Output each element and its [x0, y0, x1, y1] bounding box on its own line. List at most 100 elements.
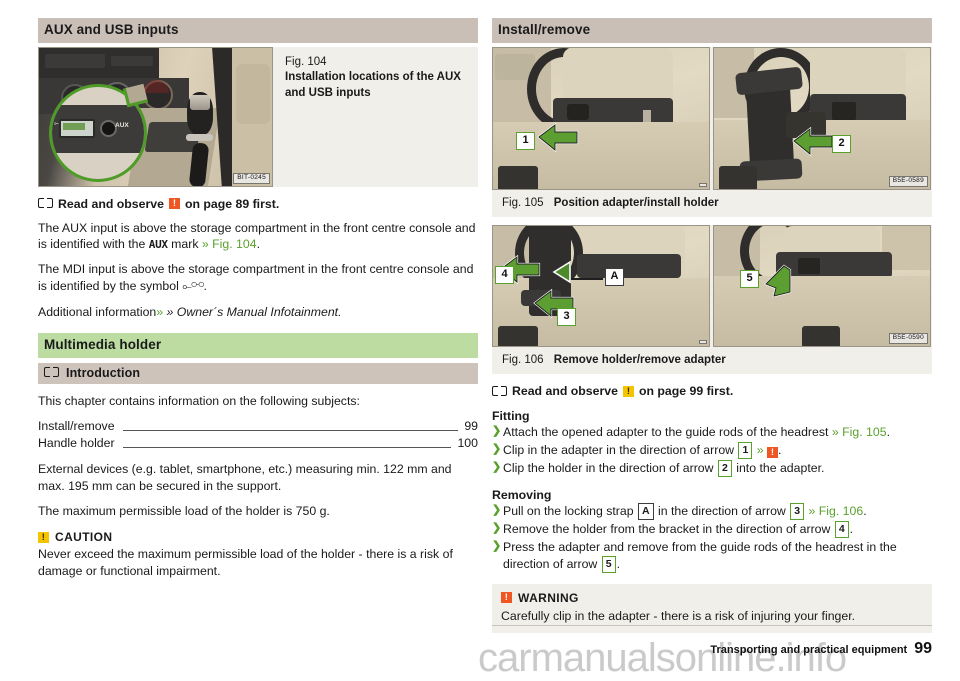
figure-105-xref[interactable]: » Fig. 105 [832, 425, 887, 439]
figure-104: ⟜ AUX BIT-0245 Fig. 104 Installation loc… [38, 46, 478, 187]
usb-symbol-icon: ⟜⚯ [182, 278, 204, 293]
figure-105: 1 2 B5E-0589 Fig. 105 Position adapter/i… [492, 46, 932, 217]
xref-arrow: » [156, 304, 164, 319]
period-2: . [203, 278, 207, 293]
figure-104-caption: Fig. 104 Installation locations of the A… [273, 47, 478, 187]
figure-105-image-code-left [699, 182, 707, 187]
right-column: Install/remove 1 2 B5E-0589 Fig. 105 Pos… [492, 18, 932, 634]
arrow-ref-4: 4 [834, 521, 849, 538]
paragraph-devices: External devices (e.g. tablet, smartphon… [38, 462, 452, 493]
step-text: Attach the opened adapter to the guide r… [503, 425, 829, 440]
fitting-steps: ❯ Attach the opened adapter to the guide… [492, 424, 932, 477]
warning-title: WARNING [518, 590, 579, 605]
figure-104-image: ⟜ AUX BIT-0245 [38, 46, 273, 187]
step-text: Clip the holder in the direction of arro… [503, 460, 714, 475]
book-icon-introduction [44, 367, 59, 378]
aux-mark: AUX [148, 237, 168, 251]
removing-steps: ❯ Pull on the locking strap A in the dir… [492, 503, 932, 573]
arrow-1-glyph [537, 122, 579, 152]
paragraph-additional: Additional information» » Owner´s Manual… [38, 304, 478, 320]
fitting-heading: Fitting [492, 409, 530, 424]
period-1: . [256, 236, 261, 251]
warning-bang-icon: ! [168, 198, 180, 210]
paragraph-additional-text: Additional information [38, 304, 157, 319]
section-title-aux: AUX and USB inputs [38, 18, 478, 43]
caution-text: Never exceed the maximum permissible loa… [38, 547, 453, 578]
read-observe-note-left: Read and observe ! on page 89 first. [38, 197, 478, 211]
manual-page: AUX and USB inputs ⟜ AUX BIT-0245 Fig. 1… [0, 0, 960, 680]
paragraph-mdi: The MDI input is above the storage compa… [38, 261, 478, 294]
caution-header: ! CAUTION [38, 530, 478, 544]
list-item: ❯ Press the adapter and remove from the … [492, 539, 932, 573]
step-text: Pull on the locking strap [503, 503, 634, 518]
figure-105-image-left: 1 [492, 46, 710, 190]
figure-106-callout-5: 5 [740, 269, 759, 288]
removing-heading: Removing [492, 487, 552, 502]
page-footer: Transporting and practical equipment 99 [710, 640, 932, 658]
toc-page: 100 [457, 436, 478, 451]
figure-105-callout-2: 2 [832, 134, 851, 153]
list-item: ❯ Attach the opened adapter to the guide… [492, 424, 932, 441]
list-item: ❯ Clip in the adapter in the direction o… [492, 442, 932, 459]
caution-bang-icon: ! [38, 531, 49, 543]
figure-105-images: 1 2 B5E-0589 [492, 46, 932, 190]
list-item: ❯ Clip the holder in the direction of ar… [492, 460, 932, 477]
footer-rule [492, 625, 932, 626]
step-bullet-icon: ❯ [492, 503, 502, 516]
read-observe-note-right: Read and observe ! on page 99 first. [492, 384, 932, 398]
paragraph-load: The maximum permissible load of the hold… [38, 503, 330, 518]
paragraph-aux-text-2: mark [171, 236, 199, 251]
toc-row[interactable]: Handle holder 100 [38, 435, 478, 452]
step-bullet-icon: ❯ [492, 521, 502, 534]
figure-106-number: Fig. 106 [502, 353, 544, 366]
figure-106-caption: Fig. 106 Remove holder/remove adapter [492, 347, 932, 374]
step-punct: . [616, 556, 621, 571]
step-text: Clip in the adapter in the direction of … [503, 442, 735, 457]
step-punct: . [886, 425, 890, 440]
warning-bang-icon-box: ! [501, 592, 512, 604]
step-punct: . [863, 503, 867, 518]
footer-chapter: Transporting and practical equipment [710, 644, 908, 656]
figure-105-number: Fig. 105 [502, 196, 544, 209]
warning-header: ! WARNING [501, 591, 923, 605]
figure-106-xref[interactable]: » Fig. 106 [809, 504, 864, 518]
arrow-ref-2: 2 [717, 460, 732, 477]
paragraph-mdi-text: The MDI input is above the storage compa… [38, 262, 474, 293]
figure-106: 4 A 3 5 B5E-0590 Fig. 106 Remove holder/… [492, 224, 932, 375]
arrow-2-glyph [792, 126, 834, 156]
introduction-label: Introduction [66, 365, 141, 380]
figure-106-image-left: 4 A 3 [492, 224, 710, 347]
step-bullet-icon: ❯ [492, 460, 502, 473]
toc-row[interactable]: Install/remove 99 [38, 418, 478, 435]
figure-104-xref[interactable]: » Fig. 104 [202, 237, 257, 251]
step-bullet-icon: ❯ [492, 425, 502, 438]
warning-bang-icon-inline: ! [767, 446, 778, 458]
toc-page: 99 [464, 419, 478, 434]
figure-106-image-code: B5E-0590 [888, 333, 928, 344]
list-item: ❯ Pull on the locking strap A in the dir… [492, 503, 932, 520]
step-text: Press the adapter and remove from the gu… [503, 539, 897, 571]
caution-block: ! CAUTION Never exceed the maximum permi… [38, 530, 478, 579]
part-ref-a: A [637, 503, 654, 520]
figure-106-callout-4: 4 [495, 265, 514, 284]
figure-105-callout-1: 1 [516, 131, 535, 150]
step-text-mid: in the direction of arrow [658, 503, 786, 518]
step-text-tail: into the adapter. [736, 460, 825, 475]
caution-title: CAUTION [55, 530, 113, 545]
figure-106-images: 4 A 3 5 B5E-0590 [492, 224, 932, 347]
figure-104-number: Fig. 104 [285, 55, 327, 68]
paragraph-aux: The AUX input is above the storage compa… [38, 220, 478, 253]
figure-105-image-code: B5E-0589 [888, 176, 928, 187]
read-observe-suffix: on page 89 first. [184, 196, 280, 211]
left-column: AUX and USB inputs ⟜ AUX BIT-0245 Fig. 1… [38, 18, 478, 579]
infotainment-manual-xref[interactable]: » Owner´s Manual Infotainment. [167, 305, 342, 319]
toc-label: Handle holder [38, 436, 115, 451]
read-observe-prefix: Read and observe [58, 196, 164, 211]
intro-lead-text: This chapter contains information on the… [38, 394, 360, 409]
toc-leader [122, 429, 459, 432]
step-punct: . [778, 442, 782, 457]
step-bullet-icon: ❯ [492, 442, 502, 455]
toc-leader [122, 446, 452, 449]
figure-106-callout-3: 3 [557, 307, 576, 326]
arrow-5-glyph [764, 264, 792, 298]
